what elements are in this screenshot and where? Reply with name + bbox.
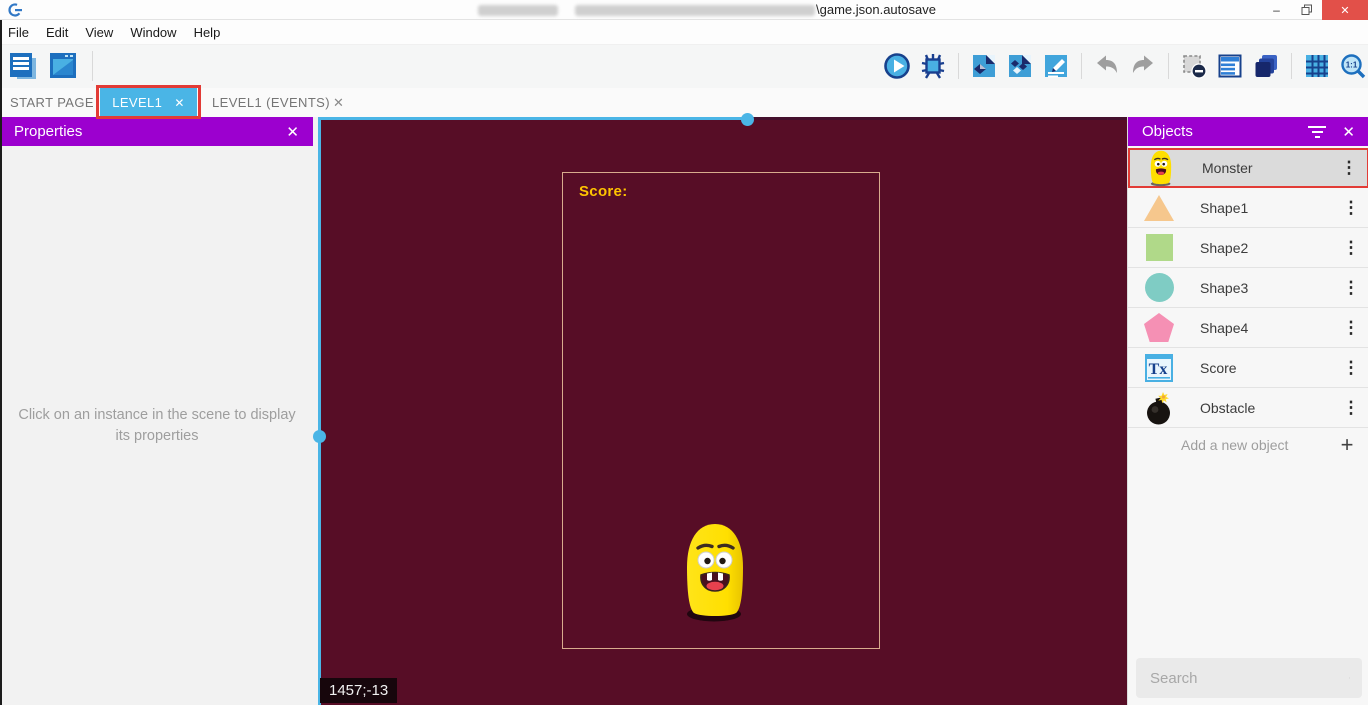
search-icon [1349,668,1350,688]
clear-selection-icon[interactable] [1181,53,1207,79]
object-groups-icon[interactable] [1007,53,1033,79]
edit-scene-properties-icon[interactable] [1043,53,1069,79]
filter-icon[interactable] [1308,126,1326,138]
project-manager-icon[interactable] [8,51,38,81]
splitter-handle-left[interactable] [313,430,326,443]
tab-level1-events[interactable]: LEVEL1 (EVENTS) [212,88,330,117]
bomb-thumbnail [1142,390,1176,426]
add-object-row[interactable]: Add a new object + [1128,428,1368,462]
redacted-title-segment [575,5,815,16]
toolbar-divider [1081,53,1082,79]
object-row-score[interactable]: Tx Score ⋮ [1128,348,1368,388]
toolbar-divider [92,51,93,81]
gdevelop-logo-icon [7,2,23,18]
object-row-shape3[interactable]: Shape3 ⋮ [1128,268,1368,308]
kebab-menu-icon[interactable]: ⋮ [1333,398,1368,418]
object-row-shape4[interactable]: Shape4 ⋮ [1128,308,1368,348]
kebab-menu-icon[interactable]: ⋮ [1333,358,1368,378]
score-text-instance[interactable]: Score: [579,183,628,200]
object-label: Score [1200,360,1333,376]
objects-panel-title: Objects [1142,123,1308,140]
tab-level1-events-close-icon[interactable]: ✕ [333,88,344,117]
object-row-shape2[interactable]: Shape2 ⋮ [1128,228,1368,268]
objects-panel-header: Objects ✕ [1128,117,1368,146]
kebab-menu-icon[interactable]: ⋮ [1333,238,1368,258]
kebab-menu-icon[interactable]: ⋮ [1333,278,1368,298]
monster-instance[interactable] [682,522,748,624]
redo-icon[interactable] [1130,53,1156,79]
kebab-menu-icon[interactable]: ⋮ [1333,198,1368,218]
tabbar: START PAGE LEVEL1 ✕ LEVEL1 (EVENTS) ✕ [0,88,1368,117]
window-left-edge [0,20,2,705]
menu-help[interactable]: Help [194,25,221,40]
object-search-input[interactable] [1150,670,1349,687]
object-row-monster[interactable]: Monster ⋮ [1128,148,1368,188]
tab-start-page[interactable]: START PAGE [10,88,94,117]
kebab-menu-icon[interactable]: ⋮ [1331,158,1367,178]
object-label: Shape2 [1200,240,1333,256]
tab-level1-close-icon[interactable]: ✕ [174,96,184,110]
titlebar: \game.json.autosave – ✕ [0,0,1368,20]
text-object-thumbnail: Tx [1142,354,1176,382]
properties-panel-header: Properties ✕ [0,117,313,146]
menu-window[interactable]: Window [130,25,176,40]
restore-icon [1301,4,1313,16]
tab-level1[interactable]: LEVEL1 ✕ [100,88,197,117]
cursor-coordinates: 1457;-13 [320,678,397,703]
zoom-ratio-label: 1:1 [1346,61,1358,70]
minimize-button[interactable]: – [1262,0,1291,20]
gdevelop-window: \game.json.autosave – ✕ File Edit View W… [0,0,1368,705]
close-button[interactable]: ✕ [1322,0,1368,20]
properties-empty-message: Click on an instance in the scene to dis… [18,405,296,447]
object-label: Shape1 [1200,200,1333,216]
properties-panel-title: Properties [14,123,286,140]
panel-splitter-left[interactable] [318,117,321,705]
panel-splitter-top-right[interactable] [748,117,1127,120]
object-label: Shape4 [1200,320,1333,336]
splitter-handle-top[interactable] [741,113,754,126]
undo-icon[interactable] [1094,53,1120,79]
toolbar: 1:1 [0,45,1368,88]
toolbar-divider [1291,53,1292,79]
properties-close-icon[interactable]: ✕ [286,123,299,141]
start-page-icon[interactable] [48,51,78,81]
tab-level1-label: LEVEL1 [112,95,162,110]
toolbar-divider [1168,53,1169,79]
objects-editor-icon[interactable] [971,53,997,79]
svg-text:Tx: Tx [1149,361,1168,378]
pentagon-thumbnail [1144,313,1174,342]
objects-panel: Objects ✕ Monster ⋮ [1127,117,1368,705]
add-object-label: Add a new object [1181,437,1325,453]
menu-file[interactable]: File [8,25,29,40]
zoom-1-1-icon[interactable]: 1:1 [1340,53,1366,79]
menu-view[interactable]: View [85,25,113,40]
add-object-plus-icon[interactable]: + [1325,432,1368,458]
redacted-title-segment [478,5,558,16]
square-thumbnail [1146,234,1173,261]
object-row-obstacle[interactable]: Obstacle ⋮ [1128,388,1368,428]
object-label: Obstacle [1200,400,1333,416]
menu-edit[interactable]: Edit [46,25,68,40]
circle-thumbnail [1145,273,1174,302]
debug-icon[interactable] [920,53,946,79]
object-row-shape1[interactable]: Shape1 ⋮ [1128,188,1368,228]
panel-splitter-top[interactable] [318,117,748,120]
monster-thumbnail [1144,150,1178,187]
restore-button[interactable] [1292,0,1321,20]
object-label: Shape3 [1200,280,1333,296]
layers-icon[interactable] [1253,53,1279,79]
kebab-menu-icon[interactable]: ⋮ [1333,318,1368,338]
window-title: \game.json.autosave [816,2,936,17]
toolbar-divider [958,53,959,79]
objects-close-icon[interactable]: ✕ [1342,123,1355,141]
grid-icon[interactable] [1304,53,1330,79]
triangle-thumbnail [1144,195,1174,221]
properties-panel: Properties ✕ Click on an instance in the… [0,117,318,705]
instances-list-icon[interactable] [1217,53,1243,79]
play-icon[interactable] [884,53,910,79]
object-search-box[interactable] [1136,658,1362,698]
menubar: File Edit View Window Help [0,20,1368,45]
object-label: Monster [1202,160,1331,176]
scene-canvas[interactable]: Score: 1457;-13 [318,117,1127,705]
